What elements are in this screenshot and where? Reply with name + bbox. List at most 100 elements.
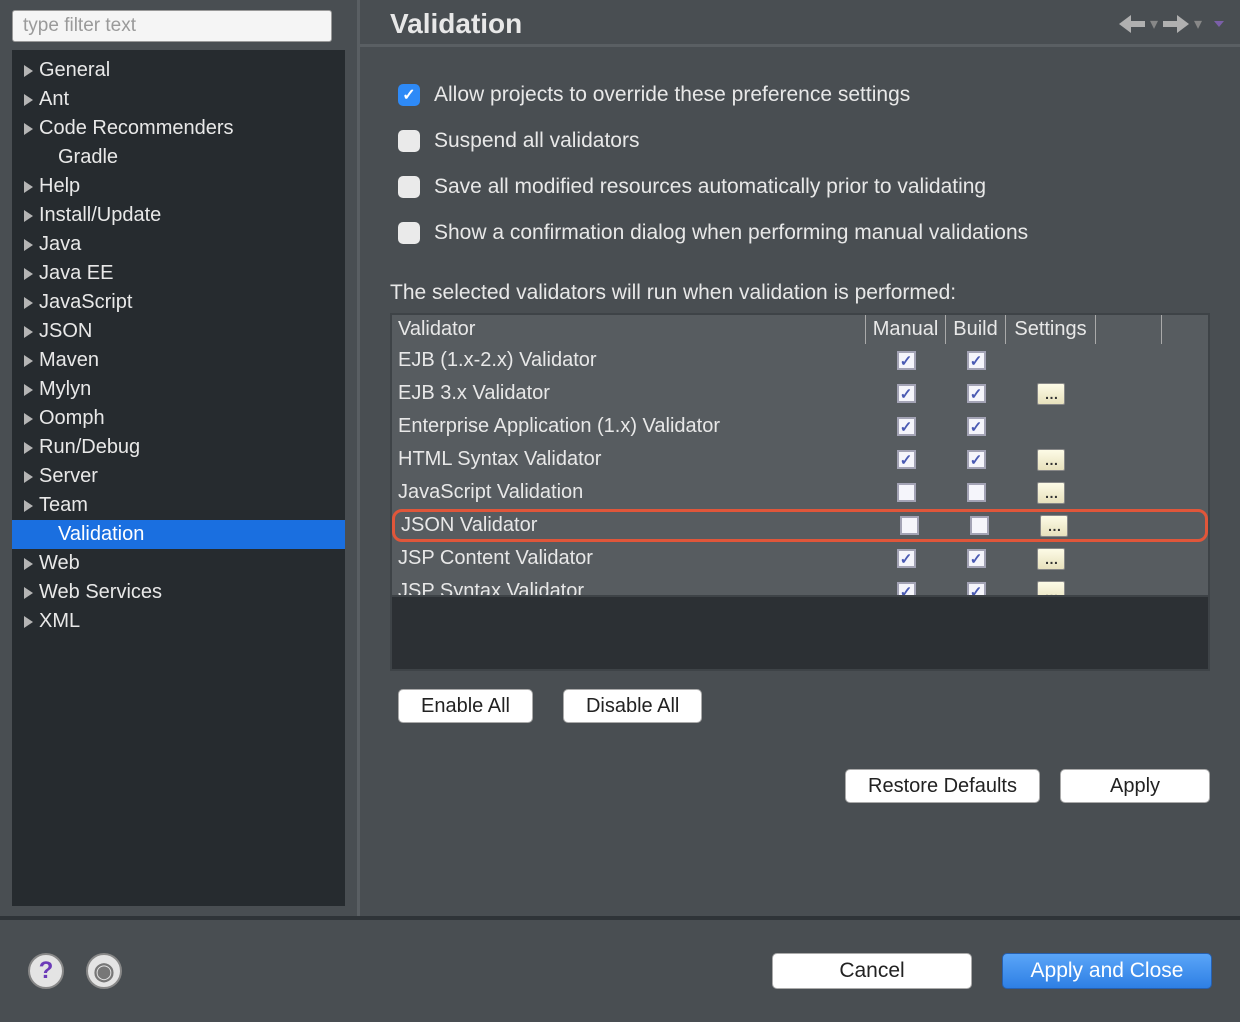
col-build[interactable]: Build (946, 315, 1006, 344)
expand-icon[interactable] (24, 616, 33, 628)
expand-icon[interactable] (24, 384, 33, 396)
validator-row[interactable]: HTML Syntax Validator… (392, 443, 1208, 476)
tree-item-validation[interactable]: Validation (12, 520, 345, 549)
settings-button[interactable]: … (1037, 581, 1065, 596)
manual-checkbox[interactable] (897, 549, 916, 568)
expand-icon[interactable] (24, 413, 33, 425)
tree-item-label: Code Recommenders (39, 117, 234, 140)
pref-checkbox-row: Allow projects to override these prefere… (398, 83, 1210, 107)
expand-icon[interactable] (24, 239, 33, 251)
tree-item-oomph[interactable]: Oomph (12, 404, 345, 433)
build-checkbox[interactable] (967, 450, 986, 469)
forward-icon[interactable] (1162, 14, 1190, 34)
checkbox-label: Show a confirmation dialog when performi… (434, 221, 1028, 245)
menu-dropdown-icon[interactable] (1214, 21, 1224, 27)
tree-item-label: Server (39, 465, 98, 488)
validator-name: JSON Validator (395, 512, 869, 539)
tree-item-team[interactable]: Team (12, 491, 345, 520)
tree-item-install-update[interactable]: Install/Update (12, 201, 345, 230)
filter-input[interactable]: type filter text (12, 10, 332, 42)
expand-icon[interactable] (24, 471, 33, 483)
expand-icon[interactable] (24, 326, 33, 338)
validator-row[interactable]: EJB (1.x-2.x) Validator (392, 344, 1208, 377)
settings-button[interactable]: … (1037, 383, 1065, 405)
build-checkbox[interactable] (967, 483, 986, 502)
tree-item-gradle[interactable]: Gradle (12, 143, 345, 172)
expand-icon[interactable] (24, 65, 33, 77)
tree-item-java[interactable]: Java (12, 230, 345, 259)
tree-item-code-recommenders[interactable]: Code Recommenders (12, 114, 345, 143)
build-checkbox[interactable] (967, 384, 986, 403)
checkbox-label: Allow projects to override these prefere… (434, 83, 910, 107)
col-manual[interactable]: Manual (866, 315, 946, 344)
settings-button[interactable]: … (1037, 482, 1065, 504)
validator-row[interactable]: JSP Content Validator… (392, 542, 1208, 575)
col-settings[interactable]: Settings (1006, 315, 1096, 344)
expand-icon[interactable] (24, 268, 33, 280)
tree-item-server[interactable]: Server (12, 462, 345, 491)
tree-item-run-debug[interactable]: Run/Debug (12, 433, 345, 462)
expand-icon[interactable] (24, 558, 33, 570)
tree-item-label: Java EE (39, 262, 113, 285)
cancel-button[interactable]: Cancel (772, 953, 972, 989)
build-checkbox[interactable] (967, 549, 986, 568)
expand-icon[interactable] (24, 500, 33, 512)
tree-item-web[interactable]: Web (12, 549, 345, 578)
tree-item-general[interactable]: General (12, 56, 345, 85)
checkbox[interactable] (398, 222, 420, 244)
tree-item-maven[interactable]: Maven (12, 346, 345, 375)
apply-button[interactable]: Apply (1060, 769, 1210, 803)
build-checkbox[interactable] (967, 582, 986, 595)
manual-checkbox[interactable] (900, 516, 919, 535)
expand-icon[interactable] (24, 123, 33, 135)
tree-item-help[interactable]: Help (12, 172, 345, 201)
tree-item-ant[interactable]: Ant (12, 85, 345, 114)
manual-checkbox[interactable] (897, 483, 916, 502)
validator-row[interactable]: JavaScript Validation… (392, 476, 1208, 509)
validator-row[interactable]: EJB 3.x Validator… (392, 377, 1208, 410)
tree-item-label: General (39, 59, 110, 82)
expand-icon[interactable] (24, 587, 33, 599)
help-icon[interactable]: ? (28, 953, 64, 989)
settings-button[interactable]: … (1040, 515, 1068, 537)
tree-item-mylyn[interactable]: Mylyn (12, 375, 345, 404)
build-checkbox[interactable] (967, 417, 986, 436)
page-header: Validation ▾ ▾ (360, 0, 1240, 47)
expand-icon[interactable] (24, 94, 33, 106)
restore-defaults-button[interactable]: Restore Defaults (845, 769, 1040, 803)
expand-icon[interactable] (24, 297, 33, 309)
manual-checkbox[interactable] (897, 384, 916, 403)
expand-icon[interactable] (24, 355, 33, 367)
col-validator[interactable]: Validator (392, 315, 866, 344)
manual-checkbox[interactable] (897, 417, 916, 436)
settings-button[interactable]: … (1037, 548, 1065, 570)
manual-checkbox[interactable] (897, 582, 916, 595)
record-icon[interactable]: ◉ (86, 953, 122, 989)
checkbox[interactable] (398, 176, 420, 198)
tree-item-web-services[interactable]: Web Services (12, 578, 345, 607)
manual-checkbox[interactable] (897, 351, 916, 370)
tree-item-xml[interactable]: XML (12, 607, 345, 636)
expand-icon[interactable] (24, 210, 33, 222)
enable-all-button[interactable]: Enable All (398, 689, 533, 723)
tree-item-json[interactable]: JSON (12, 317, 345, 346)
tree-item-label: Install/Update (39, 204, 161, 227)
validator-row[interactable]: JSP Syntax Validator… (392, 575, 1208, 595)
validator-row[interactable]: Enterprise Application (1.x) Validator (392, 410, 1208, 443)
apply-and-close-button[interactable]: Apply and Close (1002, 953, 1212, 989)
tree-item-java-ee[interactable]: Java EE (12, 259, 345, 288)
tree-item-javascript[interactable]: JavaScript (12, 288, 345, 317)
manual-checkbox[interactable] (897, 450, 916, 469)
expand-icon[interactable] (24, 442, 33, 454)
checkbox[interactable] (398, 130, 420, 152)
settings-button[interactable]: … (1037, 449, 1065, 471)
back-icon[interactable] (1118, 14, 1146, 34)
validator-row[interactable]: JSON Validator … (392, 509, 1208, 542)
build-checkbox[interactable] (970, 516, 989, 535)
expand-icon[interactable] (24, 181, 33, 193)
tree-item-label: Team (39, 494, 88, 517)
checkbox[interactable] (398, 84, 420, 106)
tree-item-label: Web (39, 552, 80, 575)
disable-all-button[interactable]: Disable All (563, 689, 702, 723)
build-checkbox[interactable] (967, 351, 986, 370)
